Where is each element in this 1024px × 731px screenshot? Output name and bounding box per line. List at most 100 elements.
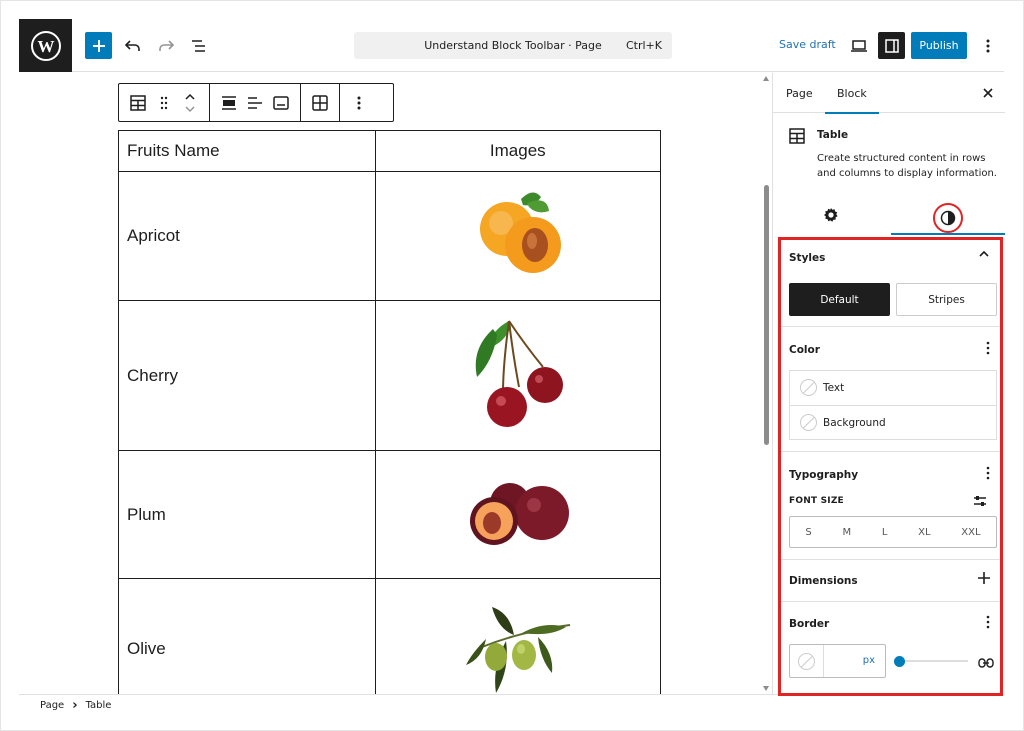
- font-size-label: FONT SIZE: [789, 496, 844, 506]
- font-size-option-l[interactable]: L: [882, 527, 888, 538]
- empty-swatch-icon: [800, 414, 817, 431]
- typography-options-icon[interactable]: [986, 466, 990, 484]
- tab-block[interactable]: Block: [825, 73, 879, 114]
- font-size-option-s[interactable]: S: [805, 527, 811, 538]
- options-menu-icon[interactable]: [974, 32, 1001, 59]
- apricot-image[interactable]: [374, 171, 662, 301]
- style-stripes-button[interactable]: Stripes: [896, 283, 997, 316]
- border-width-slider-track[interactable]: [898, 660, 968, 662]
- plum-image[interactable]: [374, 450, 662, 579]
- color-item-background[interactable]: Background: [790, 405, 996, 439]
- table-row: Olive: [118, 578, 662, 694]
- editor-header: W Understand Block Toolbar · Page Ctrl+K…: [19, 19, 1004, 72]
- table-row: Plum: [118, 450, 662, 579]
- font-size-picker: S M L XL XXL: [789, 516, 997, 548]
- color-item-label: Text: [823, 382, 845, 394]
- add-dimension-plus-icon[interactable]: [978, 572, 990, 588]
- color-heading: Color: [789, 344, 820, 356]
- block-breadcrumb: Page › Table: [19, 694, 1004, 716]
- settings-sidebar: Page Block Table Create structured conte…: [772, 73, 1005, 696]
- custom-size-settings-icon[interactable]: [973, 492, 987, 511]
- fruits-table[interactable]: Fruits Name Images Apricot Cherry Plum O…: [118, 130, 662, 694]
- move-up-down-icon[interactable]: [177, 90, 203, 116]
- color-item-label: Background: [823, 416, 886, 429]
- redo-icon[interactable]: [152, 32, 179, 59]
- olive-image[interactable]: [374, 578, 662, 694]
- scroll-thumb[interactable]: [764, 185, 769, 445]
- style-default-button[interactable]: Default: [789, 283, 890, 316]
- document-title-bar[interactable]: Understand Block Toolbar · Page Ctrl+K: [354, 32, 672, 59]
- sidebar-tabs: Page Block: [773, 73, 1005, 114]
- dimensions-section: Dimensions: [781, 560, 1000, 602]
- settings-sidebar-toggle-icon[interactable]: [878, 32, 905, 59]
- settings-gear-icon[interactable]: [823, 207, 839, 227]
- canvas-scrollbar[interactable]: [762, 73, 771, 694]
- add-block-button[interactable]: [85, 32, 112, 59]
- block-card: Table Create structured content in rows …: [773, 113, 1005, 193]
- font-size-option-m[interactable]: M: [842, 527, 851, 538]
- typography-heading: Typography: [789, 469, 859, 481]
- font-size-option-xl[interactable]: XL: [918, 527, 930, 538]
- close-icon[interactable]: [980, 85, 996, 101]
- align-wide-icon[interactable]: [216, 90, 242, 116]
- styles-contrast-icon[interactable]: [933, 203, 963, 233]
- border-control-divider: [823, 645, 824, 677]
- table-cell[interactable]: Apricot: [118, 171, 376, 301]
- table-icon: [789, 128, 805, 148]
- border-heading: Border: [789, 618, 830, 630]
- inspector-tabs: [773, 195, 1005, 235]
- publish-button[interactable]: Publish: [911, 32, 967, 59]
- block-card-title: Table: [817, 129, 849, 141]
- border-color-swatch-icon[interactable]: [798, 653, 815, 670]
- tab-page[interactable]: Page: [786, 73, 813, 113]
- breadcrumb-table[interactable]: Table: [86, 700, 112, 711]
- undo-icon[interactable]: [119, 32, 146, 59]
- empty-swatch-icon: [800, 379, 817, 396]
- document-overview-icon[interactable]: [185, 32, 212, 59]
- styles-section: Styles Default Stripes: [781, 240, 1000, 327]
- border-options-icon[interactable]: [986, 615, 990, 633]
- styles-heading[interactable]: Styles: [789, 252, 825, 264]
- table-row: Apricot: [118, 171, 662, 301]
- editor-canvas: Fruits Name Images Apricot Cherry Plum O…: [19, 73, 771, 694]
- color-options-icon[interactable]: [986, 341, 990, 359]
- wordpress-logo-icon[interactable]: W: [19, 19, 72, 72]
- active-inspector-tab-indicator: [891, 233, 1005, 235]
- block-toolbar: [118, 83, 394, 122]
- border-width-input[interactable]: px: [789, 644, 886, 678]
- table-cell[interactable]: Olive: [118, 578, 376, 694]
- color-list: Text Background: [789, 370, 997, 440]
- drag-handle-icon[interactable]: [151, 90, 177, 116]
- color-item-text[interactable]: Text: [790, 371, 996, 405]
- styles-panel: Styles Default Stripes Color Text Backgr…: [778, 237, 1003, 696]
- scroll-up-icon[interactable]: [763, 76, 769, 81]
- dimensions-heading: Dimensions: [789, 575, 858, 587]
- table-header-cell[interactable]: Images: [374, 130, 662, 172]
- caption-icon[interactable]: [268, 90, 294, 116]
- table-header-cell[interactable]: Fruits Name: [118, 130, 376, 172]
- block-toolbar-group-more: [340, 84, 378, 121]
- command-shortcut: Ctrl+K: [625, 39, 662, 52]
- preview-icon[interactable]: [845, 32, 872, 59]
- block-options-icon[interactable]: [346, 90, 372, 116]
- edit-table-icon[interactable]: [307, 90, 333, 116]
- link-sides-icon[interactable]: [978, 654, 994, 673]
- block-toolbar-group-table: [301, 84, 340, 121]
- breadcrumb-separator-icon: ›: [72, 698, 78, 713]
- font-size-option-xxl[interactable]: XXL: [961, 527, 980, 538]
- block-toolbar-group-parent: [119, 84, 210, 121]
- breadcrumb-page[interactable]: Page: [40, 700, 64, 711]
- border-width-slider-thumb[interactable]: [894, 656, 905, 667]
- table-block-icon[interactable]: [125, 90, 151, 116]
- chevron-up-icon[interactable]: [978, 248, 990, 263]
- block-toolbar-group-align: [210, 84, 301, 121]
- align-text-left-icon[interactable]: [242, 90, 268, 116]
- save-draft-button[interactable]: Save draft: [779, 38, 836, 51]
- border-unit-select[interactable]: px: [863, 655, 875, 666]
- table-row: Cherry: [118, 300, 662, 451]
- table-cell[interactable]: Cherry: [118, 300, 376, 451]
- scroll-down-icon[interactable]: [763, 686, 769, 691]
- cherry-image[interactable]: [374, 300, 662, 451]
- table-cell[interactable]: Plum: [118, 450, 376, 579]
- document-title: Understand Block Toolbar · Page: [424, 39, 602, 52]
